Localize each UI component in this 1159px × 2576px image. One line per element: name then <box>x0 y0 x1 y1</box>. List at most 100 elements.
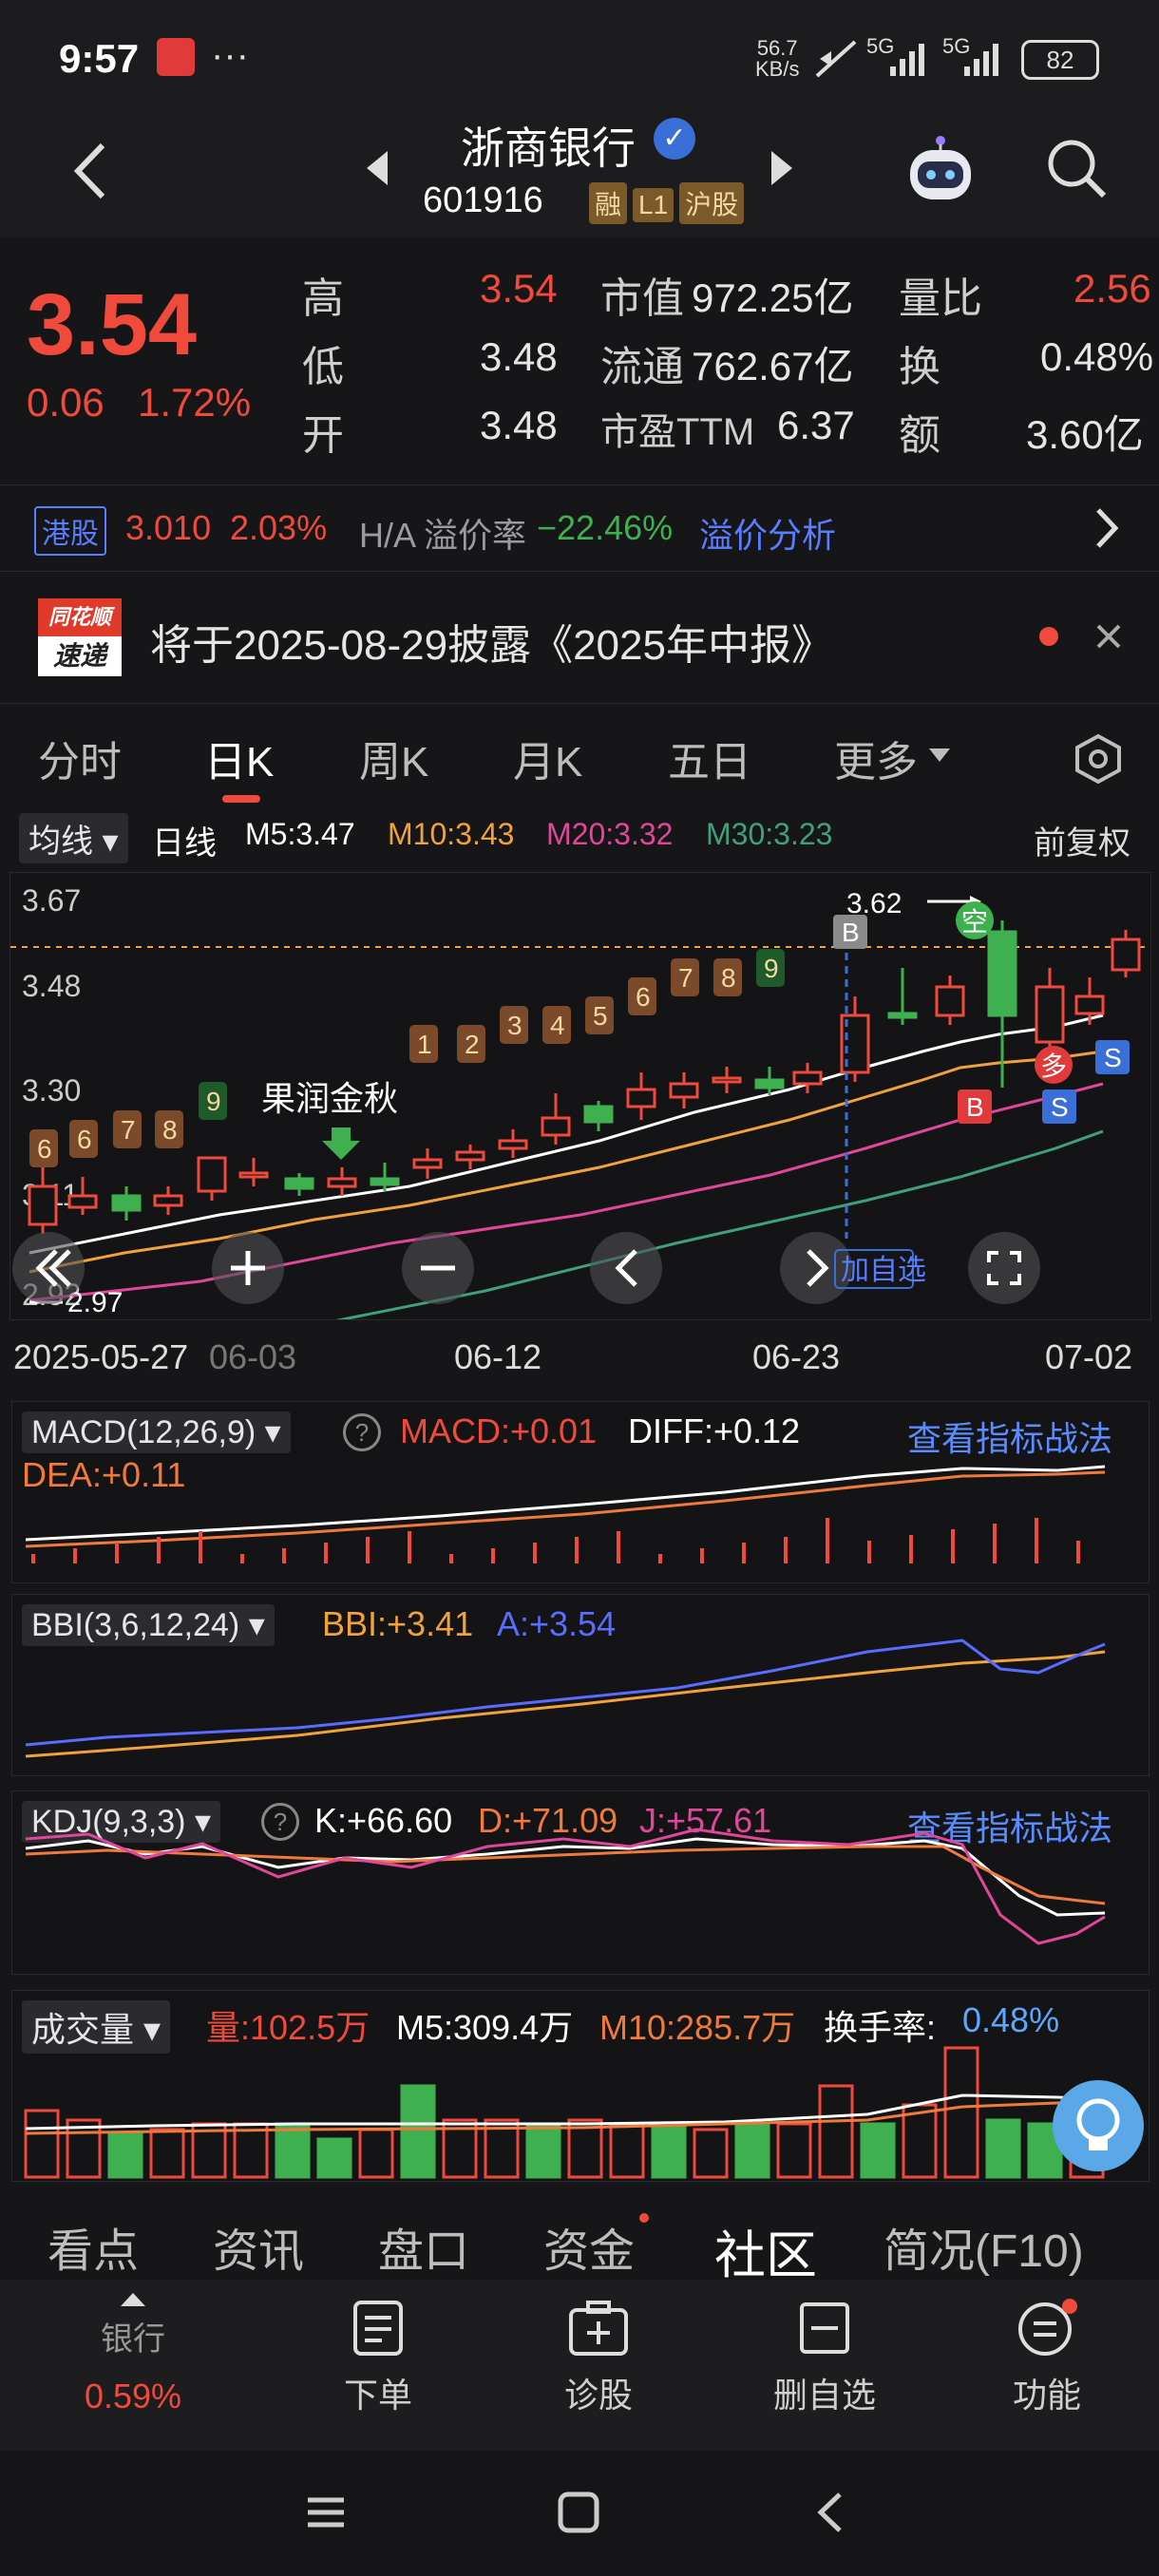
recents-icon[interactable] <box>302 2489 350 2536</box>
volume-bar <box>985 2118 1021 2179</box>
macd-panel[interactable]: MACD(12,26,9) ▾ ? MACD:+0.01 DIFF:+0.12 … <box>11 1401 1150 1583</box>
candle <box>1035 985 1065 1044</box>
tab-capital[interactable]: 资金 <box>543 2213 635 2280</box>
adjust-toggle[interactable]: 前复权 <box>1034 817 1130 863</box>
m10-value: M10:3.43 <box>388 817 515 851</box>
app-notification-icon <box>157 38 195 76</box>
unread-dot <box>1039 627 1058 646</box>
volume-svg <box>24 2046 1106 2179</box>
remove-watch-label: 删自选 <box>772 2376 876 2415</box>
high-label: 高 <box>302 275 344 322</box>
robot-assistant-icon[interactable] <box>902 133 978 209</box>
home-icon[interactable] <box>555 2489 602 2536</box>
tab-profile-f10[interactable]: 简况(F10) <box>884 2213 1084 2280</box>
active-tab-indicator <box>222 795 260 803</box>
candle <box>412 1158 443 1169</box>
last-price: 3.54 <box>27 276 198 373</box>
macd-bar <box>575 1537 579 1563</box>
tag-connect: 沪股 <box>679 182 745 224</box>
volume-bar <box>233 2122 269 2179</box>
buy-signal-top-label: B <box>842 918 860 947</box>
macd-bar <box>742 1543 746 1563</box>
vol-ratio-value: 2.56 <box>1074 266 1151 311</box>
volume-bar <box>107 2131 143 2179</box>
macd-bar <box>324 1543 328 1563</box>
macd-bar <box>73 1548 77 1563</box>
prev-stock-icon[interactable] <box>363 147 391 189</box>
caret-down-icon <box>929 748 950 762</box>
high-value: 3.54 <box>480 266 558 311</box>
battery-icon: 82 <box>1021 40 1099 80</box>
tab-weekly-k[interactable]: 周K <box>359 728 428 788</box>
candles <box>28 920 1141 1234</box>
turnover-label: 换 <box>899 344 940 390</box>
candle <box>987 930 1017 1017</box>
macd-bar <box>1035 1518 1038 1563</box>
tab-intraday[interactable]: 分时 <box>38 728 122 788</box>
functions-button[interactable]: 功能 <box>971 2299 1123 2417</box>
sell-signal-2-label: S <box>1104 1043 1122 1072</box>
volume-bar <box>651 2122 687 2179</box>
turnover-value: 0.48% <box>1040 334 1154 379</box>
kdj-panel[interactable]: KDJ(9,3,3) ▾ ? K:+66.60 D:+71.09 J:+57.6… <box>11 1790 1150 1975</box>
chevron-right-icon <box>1096 508 1119 548</box>
tab-five-day[interactable]: 五日 <box>668 728 751 788</box>
tab-news[interactable]: 资讯 <box>213 2213 304 2280</box>
settings-icon[interactable] <box>1072 732 1125 786</box>
ma-legend: 均线 ▾ 日线 M5:3.47 M10:3.43 M20:3.32 M30:3.… <box>0 805 1159 870</box>
mcap-label: 市值 <box>600 275 684 322</box>
sequence-number: 6 <box>636 982 651 1012</box>
sequence-number: 5 <box>593 1001 608 1031</box>
open-value: 3.48 <box>480 403 558 447</box>
news-flash[interactable]: 同花顺 速递 将于2025-08-29披露《2025年中报》 <box>0 575 1159 698</box>
sequence-markers: 6 6 7 891 23 4 567 8 9 <box>29 949 785 1167</box>
sector-quote[interactable]: 银行 0.59% <box>38 2291 228 2416</box>
low-value: 3.48 <box>480 334 558 379</box>
system-back-icon[interactable] <box>808 2489 855 2536</box>
tab-community[interactable]: 社区 <box>714 2213 817 2288</box>
close-icon[interactable] <box>1094 622 1123 651</box>
indicator-selector[interactable]: 均线 ▾ <box>19 813 128 863</box>
event-arrow-icon <box>322 1127 360 1160</box>
stock-tags: 融 L1 沪股 <box>589 182 750 224</box>
order-button[interactable]: 下单 <box>302 2299 454 2417</box>
float-label: 流通 <box>600 344 684 390</box>
macd-bar <box>1076 1541 1080 1563</box>
volume-bar <box>24 2109 60 2179</box>
volume-bar <box>358 2128 394 2179</box>
float-value: 762.67亿 <box>692 344 854 388</box>
tab-daily-k[interactable]: 日K <box>204 728 274 788</box>
ma-line-3 <box>28 1082 1104 1302</box>
kline-svg[interactable]: 3.67 3.48 3.30 3.11 2.92 66789123456789 … <box>10 873 1150 1331</box>
news-text[interactable]: 将于2025-08-29披露《2025年中报》 <box>150 611 833 672</box>
price-change-pct: 1.72% <box>138 380 252 425</box>
search-icon[interactable] <box>1043 135 1110 201</box>
tab-more[interactable]: 更多 <box>834 728 918 788</box>
hk-pct: 2.03% <box>230 508 328 547</box>
tab-monthly-k[interactable]: 月K <box>513 728 582 788</box>
next-stock-icon[interactable] <box>768 147 796 189</box>
chart-period-tabs: 分时 日K 周K 月K 五日 更多 <box>0 703 1159 804</box>
bbi-panel[interactable]: BBI(3,6,12,24) ▾ BBI:+3.41 A:+3.54 <box>11 1594 1150 1776</box>
volume-bar <box>693 2128 729 2179</box>
candle <box>111 1194 142 1212</box>
tips-bulb-button[interactable] <box>1053 2080 1144 2171</box>
kline-chart[interactable]: 3.67 3.48 3.30 3.11 2.92 66789123456789 … <box>10 872 1151 1331</box>
premium-analysis-link[interactable]: 溢价分析 <box>699 508 836 558</box>
back-icon[interactable] <box>66 138 114 204</box>
vol-ratio-label: 量比 <box>899 275 982 322</box>
system-nav-bar <box>0 2451 1159 2576</box>
zoom-out-fast-icon <box>12 1232 85 1304</box>
candle <box>284 1177 314 1190</box>
tab-orderbook[interactable]: 盘口 <box>378 2213 469 2280</box>
diagnose-icon <box>569 2301 628 2356</box>
bottom-dock: 银行 0.59% 下单 诊股 删自选 功能 <box>0 2280 1159 2451</box>
volume-bar <box>943 2046 979 2179</box>
tab-highlights[interactable]: 看点 <box>48 2213 139 2280</box>
diagnose-button[interactable]: 诊股 <box>522 2299 674 2417</box>
volume-panel[interactable]: 成交量 ▾ 量:102.5万 M5:309.4万 M10:285.7万 换手率:… <box>11 1990 1150 2182</box>
ma-line-2 <box>28 1050 1104 1274</box>
macd-bar <box>867 1541 871 1563</box>
hk-premium-row[interactable]: 港股 3.010 2.03% H/A 溢价率 −22.46% 溢价分析 <box>0 484 1159 572</box>
remove-watch-button[interactable]: 删自选 <box>749 2299 901 2417</box>
